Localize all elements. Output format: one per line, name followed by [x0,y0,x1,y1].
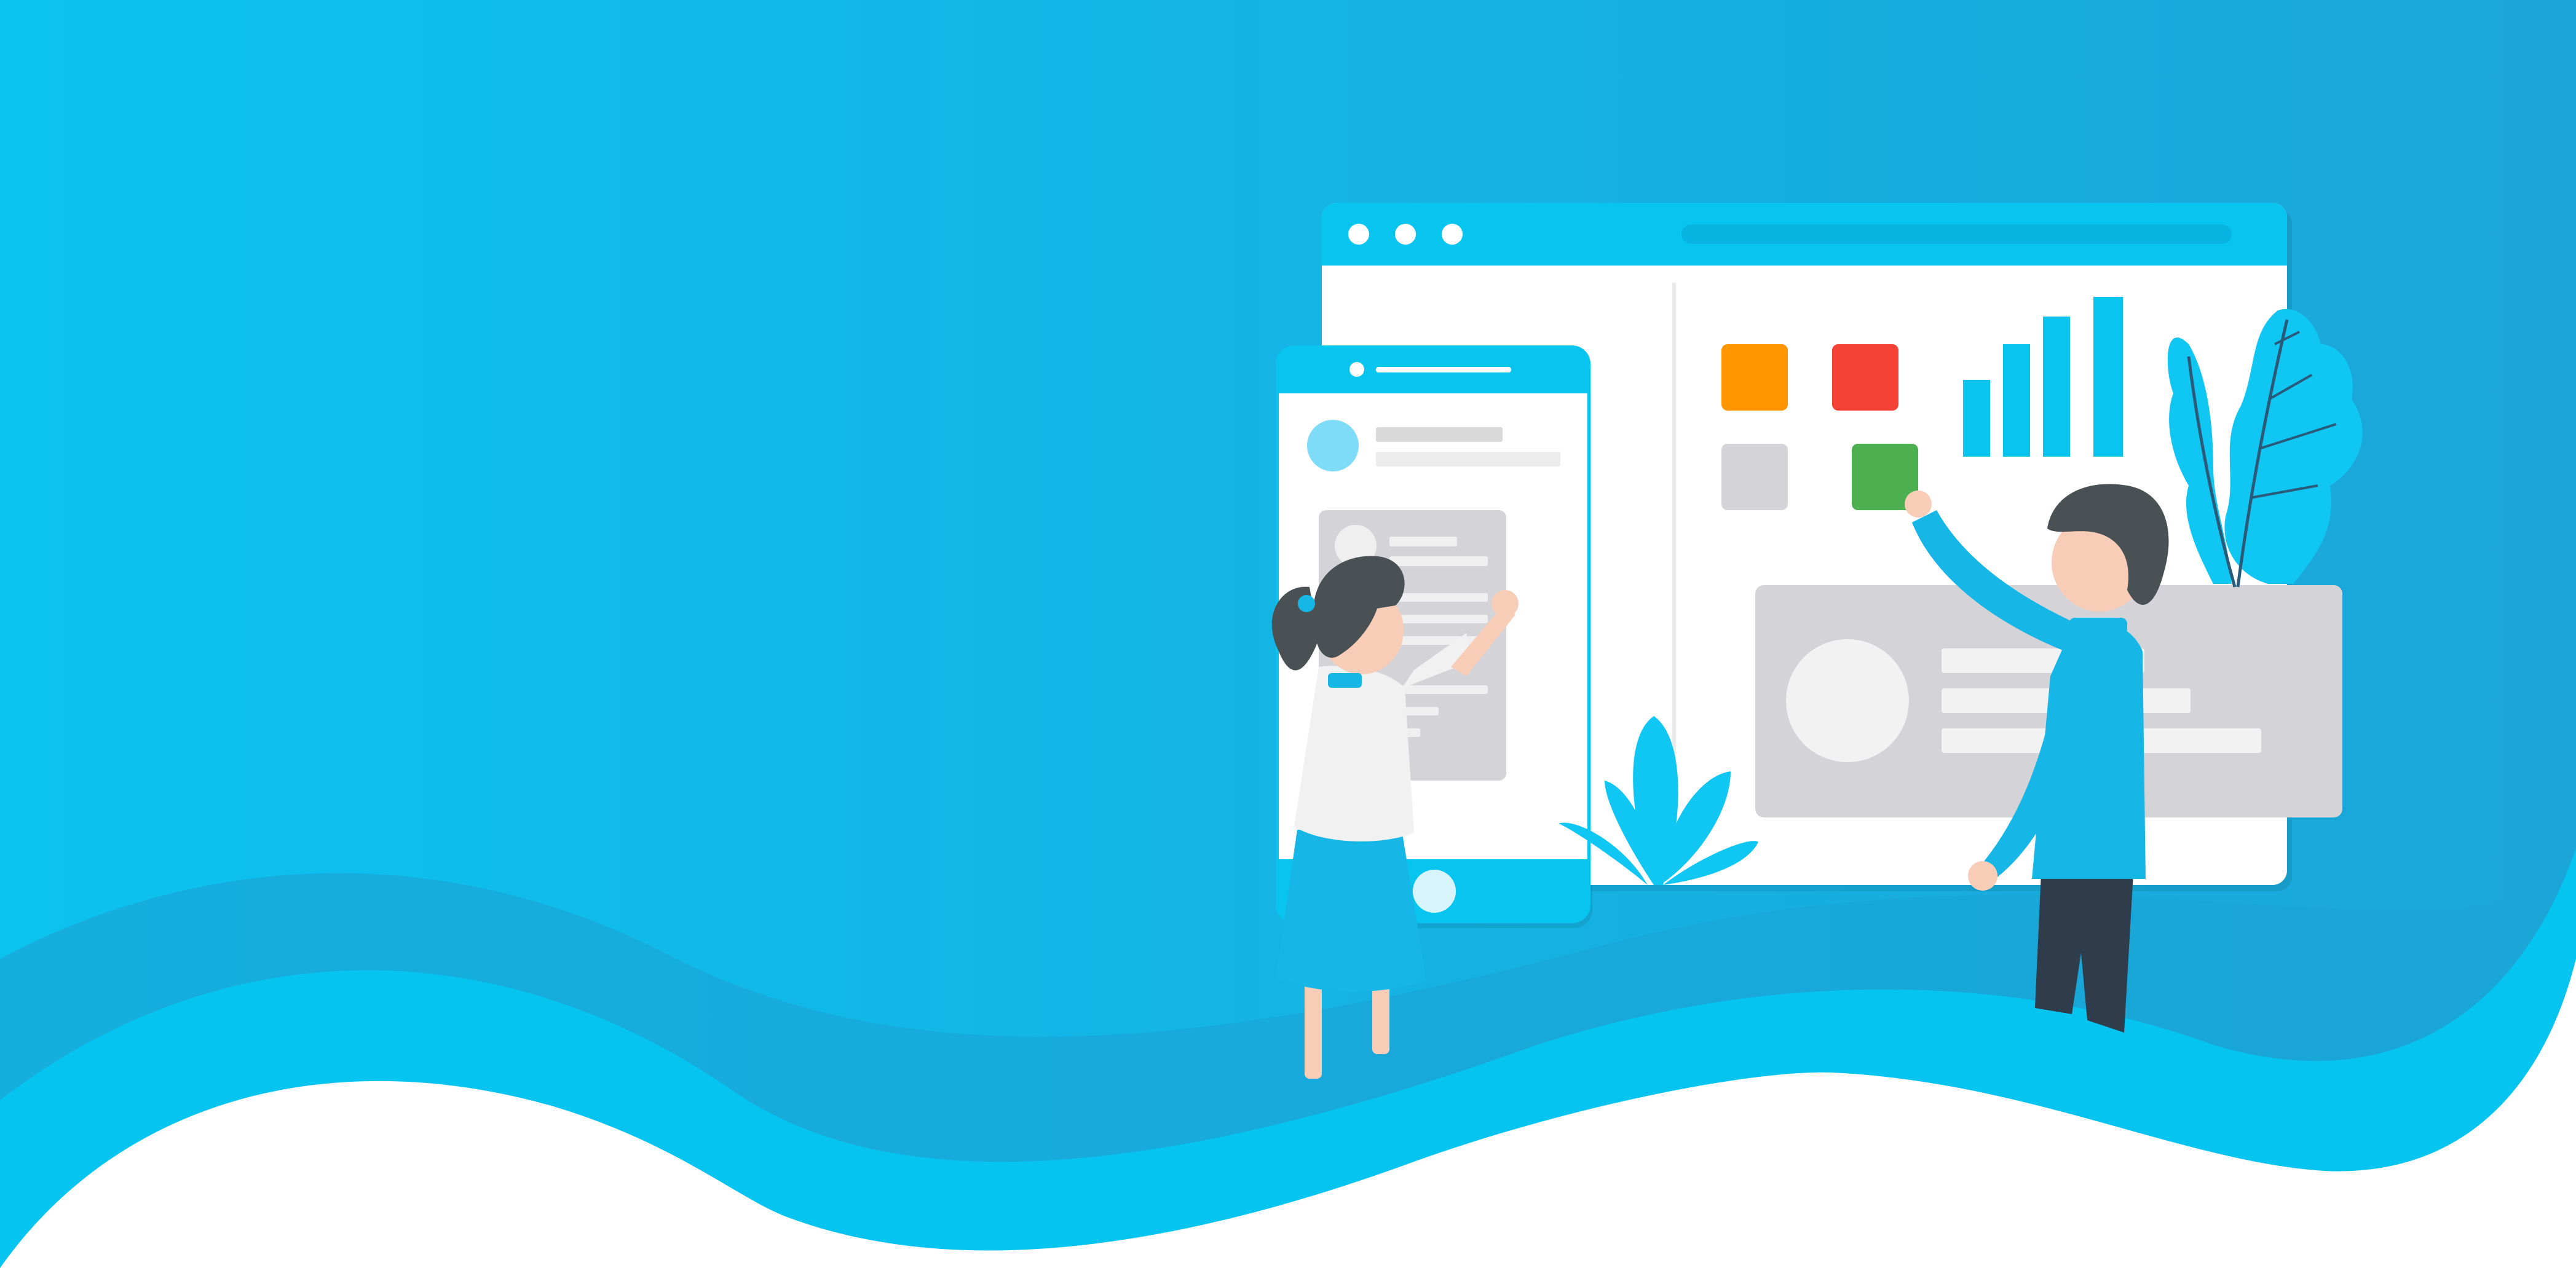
window-dot-icon [1442,224,1463,245]
orange-tile [1721,344,1788,411]
avatar-placeholder [1786,639,1909,762]
gray-tile [1721,444,1788,510]
mobile-speaker [1376,367,1511,372]
red-tile [1832,344,1898,411]
window-dot-icon [1348,224,1369,245]
mobile-home-button-icon [1413,870,1456,913]
avatar-placeholder [1307,420,1359,471]
hero-illustration [0,0,2576,1268]
window-dot-icon [1395,224,1416,245]
address-bar [1681,224,2232,244]
mobile-camera-icon [1349,362,1364,377]
